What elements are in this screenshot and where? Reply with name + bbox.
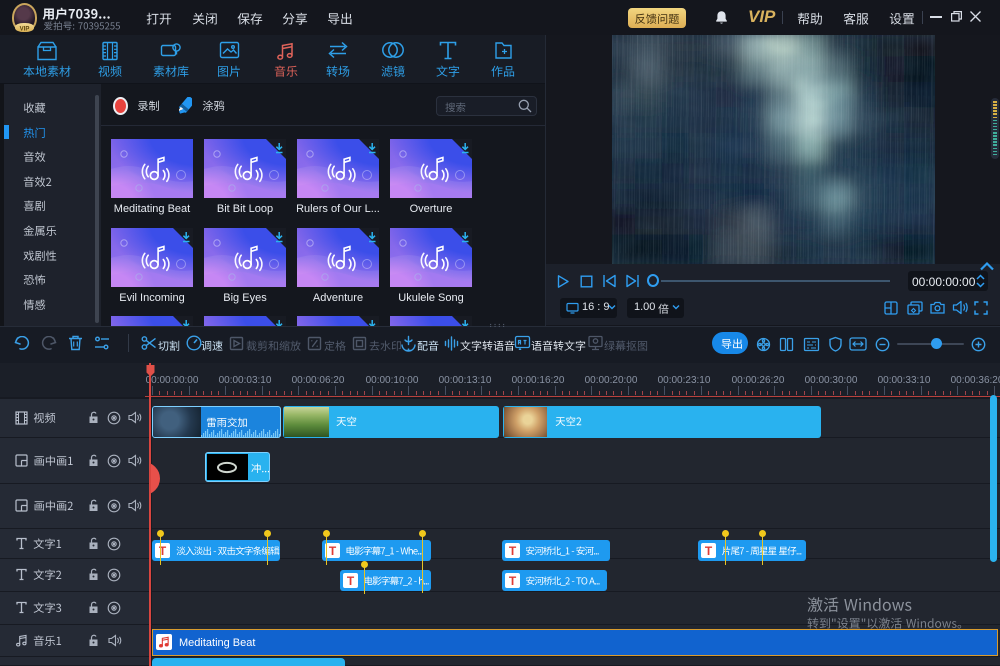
svg-text:T: T (705, 544, 713, 558)
svg-text:T: T (347, 574, 355, 588)
svg-text:T: T (509, 574, 517, 588)
svg-text:T: T (329, 544, 337, 558)
svg-text:VIP: VIP (20, 27, 30, 32)
svg-text:T: T (509, 544, 517, 558)
